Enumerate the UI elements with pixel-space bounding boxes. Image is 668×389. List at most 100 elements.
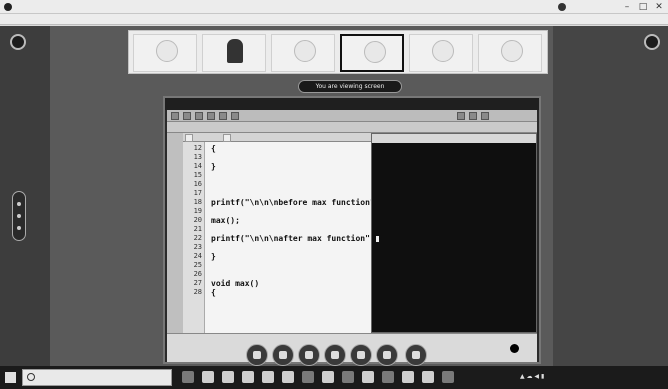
line-number: 21 <box>193 225 202 233</box>
line-number: 19 <box>193 207 202 215</box>
app-logo-icon <box>4 3 12 11</box>
app-icon[interactable] <box>302 371 314 383</box>
store-icon[interactable] <box>242 371 254 383</box>
toolbar-button-icon[interactable] <box>183 112 191 120</box>
chat-button[interactable] <box>350 344 372 366</box>
handle-dot-icon <box>17 202 21 206</box>
windows-start-icon[interactable] <box>5 372 16 383</box>
search-icon <box>27 373 35 381</box>
code-line: 21 <box>183 225 371 234</box>
toolbar-button-icon[interactable] <box>469 112 477 120</box>
line-number: 22 <box>193 234 202 242</box>
share-icon <box>305 351 313 359</box>
terminal-icon[interactable] <box>402 371 414 383</box>
line-number: 18 <box>193 198 202 206</box>
participant-tile[interactable] <box>133 34 197 72</box>
code-line: 27 void max() <box>183 279 371 288</box>
leave-button[interactable] <box>405 344 427 366</box>
share-banner[interactable]: You are viewing screen <box>298 80 402 93</box>
code-text: void max() <box>211 279 260 288</box>
code-line: 26 <box>183 270 371 279</box>
code-line: 24} <box>183 252 371 261</box>
code-text: } <box>211 162 216 171</box>
toolbar-button-icon[interactable] <box>481 112 489 120</box>
toolbar-button-icon[interactable] <box>195 112 203 120</box>
participant-tile[interactable] <box>271 34 335 72</box>
participant-tile[interactable] <box>409 34 473 72</box>
windows-taskbar: ▲ ☁ ◀ ▮ <box>0 366 668 389</box>
ide-toolbar <box>167 110 537 122</box>
code-text: } <box>211 252 216 261</box>
line-number: 24 <box>193 252 202 260</box>
code-line: 25 <box>183 261 371 270</box>
line-number: 13 <box>193 153 202 161</box>
code-line: 15 <box>183 171 371 180</box>
video-button[interactable] <box>272 344 294 366</box>
toolbar-button-icon[interactable] <box>231 112 239 120</box>
maximize-button[interactable]: □ <box>636 1 650 13</box>
line-number: 27 <box>193 279 202 287</box>
zoom-app-icon[interactable] <box>342 371 354 383</box>
share-top-bar <box>165 98 539 110</box>
reactions-button[interactable] <box>376 344 398 366</box>
toolbar-button-icon[interactable] <box>207 112 215 120</box>
editor-tab[interactable] <box>185 134 193 142</box>
handle-dot-icon <box>17 226 21 230</box>
meeting-area: You are viewing screen 12 {13 14} 15 1… <box>0 26 668 366</box>
participant-tile-active[interactable] <box>340 34 404 72</box>
title-bar: – □ ✕ <box>0 0 668 14</box>
word-icon[interactable] <box>422 371 434 383</box>
line-number: 20 <box>193 216 202 224</box>
participant-tile[interactable] <box>478 34 542 72</box>
expand-icon[interactable] <box>644 34 660 50</box>
code-line: 19 <box>183 207 371 216</box>
console-cursor <box>376 236 379 242</box>
editor-tabs <box>183 133 383 142</box>
close-button[interactable]: ✕ <box>652 1 666 13</box>
code-line: 14} <box>183 162 371 171</box>
side-drag-handle[interactable] <box>12 191 26 241</box>
microphone-icon <box>253 351 261 359</box>
handle-dot-icon <box>17 214 21 218</box>
chrome-icon[interactable] <box>362 371 374 383</box>
minimize-button[interactable]: – <box>620 1 634 13</box>
line-number: 23 <box>193 243 202 251</box>
console-title <box>372 134 536 143</box>
dropbox-icon[interactable] <box>282 371 294 383</box>
shared-screen: 12 { 13 14} 15 16 17 18 printf("\n\n\nbefo… <box>163 96 541 364</box>
toolbar-button-icon[interactable] <box>171 112 179 120</box>
system-tray-icons[interactable]: ▲ ☁ ◀ ▮ <box>520 373 544 380</box>
task-view-icon[interactable] <box>182 371 194 383</box>
record-indicator-icon <box>510 344 519 353</box>
toolbar-button-icon[interactable] <box>219 112 227 120</box>
participants-button[interactable] <box>324 344 346 366</box>
avatar-circle-icon <box>294 40 316 62</box>
editor-tab[interactable] <box>223 134 231 142</box>
console-window[interactable] <box>371 133 537 333</box>
code-editor[interactable]: 12 { 13 14} 15 16 17 18 printf("\n\n\nbefo… <box>183 142 375 333</box>
user-avatar-icon[interactable] <box>558 3 566 11</box>
participant-tile[interactable] <box>202 34 266 72</box>
chat-icon <box>357 351 365 359</box>
camera-icon <box>279 351 287 359</box>
ide-secondary-toolbar <box>167 122 537 133</box>
toolbar-button-icon[interactable] <box>457 112 465 120</box>
code-line: 13 <box>183 153 371 162</box>
code-text: { <box>211 144 216 153</box>
participants-icon[interactable] <box>10 34 26 50</box>
code-line: 22 printf("\n\n\nafter max function" <box>183 234 371 243</box>
line-number: 25 <box>193 261 202 269</box>
share-screen-button[interactable] <box>298 344 320 366</box>
file-explorer-icon[interactable] <box>222 371 234 383</box>
line-number: 14 <box>193 162 202 170</box>
taskbar-search[interactable] <box>22 369 172 386</box>
camera-app-icon[interactable] <box>262 371 274 383</box>
code-line: 20 max(); <box>183 216 371 225</box>
line-number: 16 <box>193 180 202 188</box>
pen-icon[interactable] <box>442 371 454 383</box>
codeblocks-icon[interactable] <box>382 371 394 383</box>
mail-icon[interactable] <box>322 371 334 383</box>
mute-button[interactable] <box>246 344 268 366</box>
code-line: 17 <box>183 189 371 198</box>
edge-icon[interactable] <box>202 371 214 383</box>
